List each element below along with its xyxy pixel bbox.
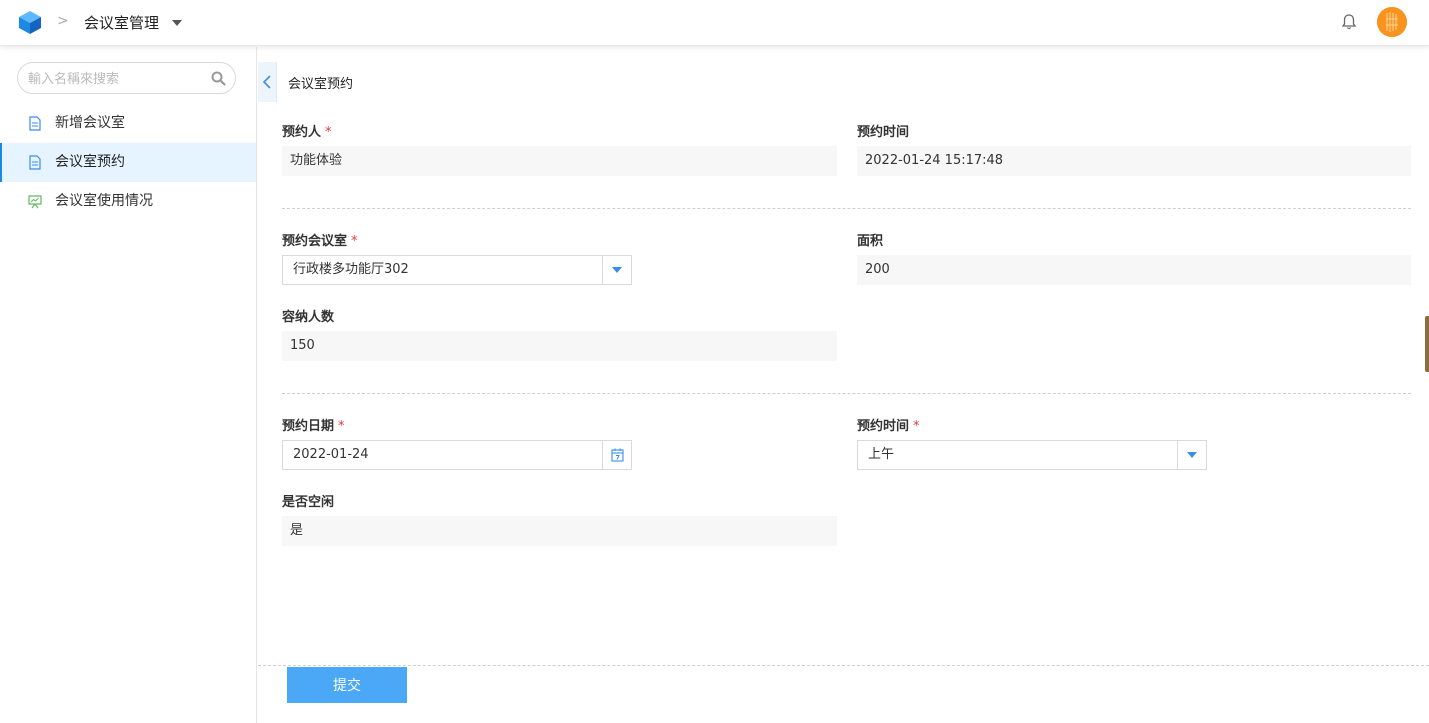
slot-select-value: 上午: [868, 447, 895, 462]
sidebar-item-room-usage[interactable]: 会议室使用情况: [0, 182, 256, 221]
required-mark: *: [351, 234, 358, 249]
slot-dropdown-button[interactable]: [1177, 441, 1206, 469]
capacity-field: 150: [282, 331, 837, 361]
required-mark: *: [325, 125, 332, 140]
calendar-icon: [611, 448, 624, 462]
search-box[interactable]: [17, 62, 236, 94]
presentation-icon: [28, 195, 42, 209]
room-select[interactable]: 行政楼多功能厅302: [282, 255, 632, 285]
required-mark: *: [338, 419, 345, 434]
free-field: 是: [282, 516, 837, 546]
room-select-value: 行政楼多功能厅302: [293, 262, 409, 277]
booker-field: 功能体验: [282, 146, 837, 176]
avatar[interactable]: [1377, 7, 1407, 37]
page-title: 会议室预约: [288, 77, 354, 92]
booked-time-field: 2022-01-24 15:17:48: [857, 146, 1411, 176]
chevron-left-icon: [262, 75, 271, 89]
booked-time-label: 预约时间: [857, 125, 910, 140]
sidebar-item-add-room[interactable]: 新增会议室: [0, 104, 256, 143]
search-input[interactable]: [28, 69, 208, 89]
footer-divider: [258, 665, 1429, 666]
area-label: 面积: [857, 234, 884, 249]
sidebar-item-label: 会议室预约: [55, 154, 125, 170]
slot-label-text: 预约时间: [857, 419, 910, 434]
slot-select[interactable]: 上午: [857, 440, 1207, 470]
date-input[interactable]: 2022-01-24: [282, 440, 632, 470]
document-icon: [29, 116, 41, 131]
date-label: 预约日期 *: [282, 415, 345, 434]
section-divider: [282, 208, 1411, 209]
sidebar-menu: 新增会议室 会议室预约 会议室使用情况: [0, 104, 256, 221]
cube-logo-icon[interactable]: [18, 10, 42, 34]
breadcrumb-separator: >: [57, 13, 69, 29]
caret-down-icon: [612, 267, 622, 273]
caret-down-icon[interactable]: [172, 20, 182, 26]
date-picker-button[interactable]: [602, 441, 631, 469]
sidebar-item-room-booking[interactable]: 会议室预约: [0, 143, 256, 182]
caret-down-icon: [1187, 452, 1197, 458]
date-input-value: 2022-01-24: [293, 447, 369, 462]
submit-button[interactable]: 提交: [287, 667, 407, 703]
bell-icon[interactable]: [1340, 13, 1358, 31]
area-field: 200: [857, 255, 1411, 285]
collapse-sidebar-button[interactable]: [258, 62, 277, 102]
room-label: 预约会议室 *: [282, 230, 358, 249]
document-icon: [29, 155, 41, 170]
sidebar-item-label: 会议室使用情况: [55, 193, 153, 209]
app-title[interactable]: 会议室管理: [84, 12, 159, 33]
sidebar: 新增会议室 会议室预约 会议室使用情况: [0, 47, 257, 723]
date-label-text: 预约日期: [282, 419, 335, 434]
room-dropdown-button[interactable]: [602, 256, 631, 284]
slot-label: 预约时间 *: [857, 415, 920, 434]
free-label: 是否空闲: [282, 495, 335, 510]
booker-label: 预约人 *: [282, 121, 332, 140]
top-bar: > 会议室管理: [0, 0, 1429, 46]
capacity-label: 容纳人数: [282, 310, 335, 325]
required-mark: *: [913, 419, 920, 434]
room-label-text: 预约会议室: [282, 234, 348, 249]
side-handle[interactable]: [1425, 316, 1429, 372]
section-divider: [282, 393, 1411, 394]
booker-label-text: 预约人: [282, 125, 322, 140]
sidebar-item-label: 新增会议室: [55, 115, 125, 131]
search-icon[interactable]: [211, 71, 226, 86]
